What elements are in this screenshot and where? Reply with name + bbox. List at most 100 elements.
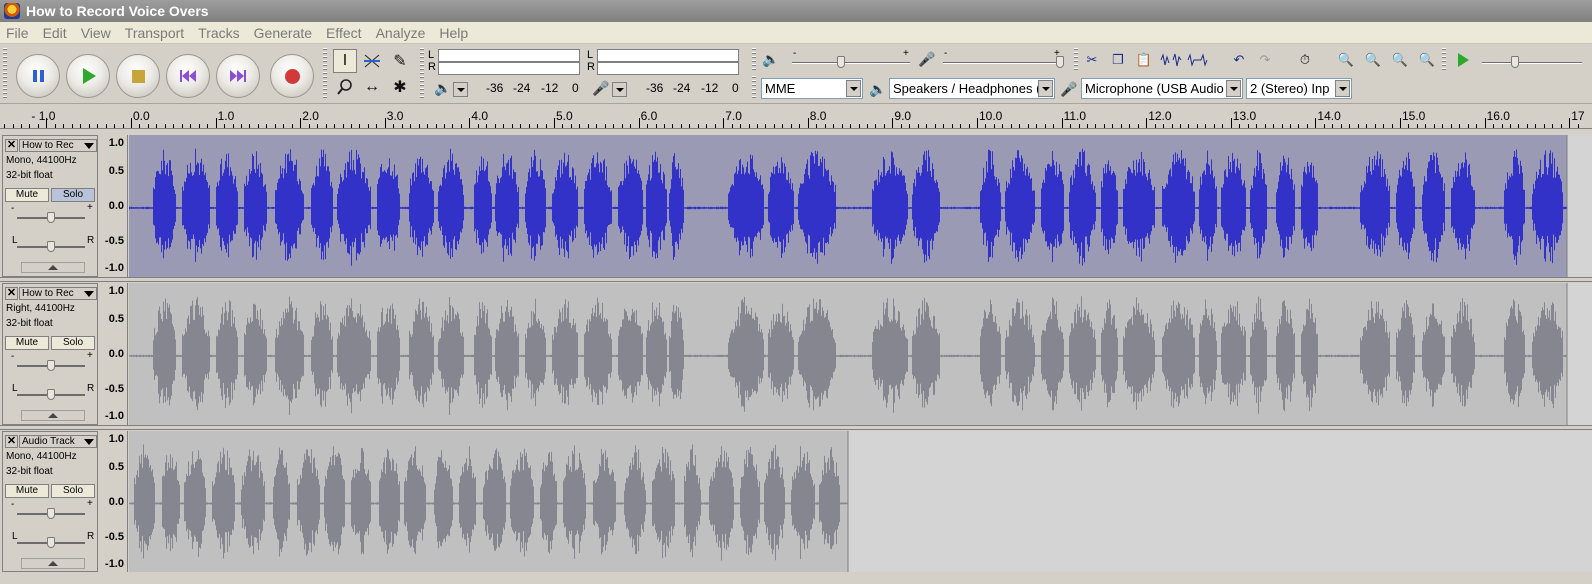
solo-button[interactable]: Solo xyxy=(51,484,95,498)
amplitude-ruler[interactable]: 1.0 0.5 0.0 -0.5 -1.0 xyxy=(99,283,128,425)
record-meter-left[interactable] xyxy=(597,49,739,62)
fit-selection-button[interactable]: 🔍 xyxy=(1389,50,1411,70)
menu-tracks[interactable]: Tracks xyxy=(192,25,247,41)
record-meter-menu[interactable] xyxy=(612,82,627,97)
track-separator[interactable] xyxy=(0,277,1592,282)
record-scale-12: -12 xyxy=(701,81,719,95)
input-volume-slider[interactable] xyxy=(1056,56,1064,68)
ruler-tick xyxy=(1383,124,1384,128)
silence-button[interactable] xyxy=(1187,50,1209,70)
play-at-speed-button[interactable] xyxy=(1452,50,1474,70)
audio-host-select[interactable]: MME xyxy=(761,78,863,99)
ruler-tick xyxy=(884,124,885,128)
meter-toolbar-grip[interactable] xyxy=(420,48,424,100)
transport-toolbar-grip[interactable] xyxy=(3,48,7,100)
waveform xyxy=(129,135,1592,277)
track-control-panel[interactable]: ✕ How to Rec Mono, 44100Hz 32-bit float … xyxy=(2,135,98,277)
record-button[interactable] xyxy=(270,54,314,98)
skip-to-end-button[interactable] xyxy=(216,54,260,98)
zoom-tool-button[interactable] xyxy=(333,75,357,99)
skip-to-start-button[interactable] xyxy=(166,54,210,98)
track-name-menu[interactable]: How to Rec xyxy=(19,287,97,300)
empty-track-region[interactable] xyxy=(848,431,1592,572)
gain-slider[interactable] xyxy=(47,508,55,519)
fit-project-button[interactable]: 🔍 xyxy=(1416,50,1438,70)
close-track-button[interactable]: ✕ xyxy=(5,287,18,300)
draw-tool-button[interactable]: ✎ xyxy=(388,49,412,73)
stop-button[interactable] xyxy=(116,54,160,98)
tools-toolbar-grip[interactable] xyxy=(323,48,327,100)
play-button[interactable] xyxy=(66,54,110,98)
menu-transport[interactable]: Transport xyxy=(119,25,192,41)
envelope-tool-button[interactable] xyxy=(360,49,384,73)
collapse-track-button[interactable] xyxy=(21,262,85,273)
mixer-toolbar-grip[interactable] xyxy=(752,48,756,72)
waveform-area[interactable] xyxy=(129,431,1592,572)
selection-tool-button[interactable]: I xyxy=(333,49,357,73)
cut-button[interactable]: ✂ xyxy=(1081,50,1103,70)
amplitude-ruler[interactable]: 1.0 0.5 0.0 -0.5 -1.0 xyxy=(99,135,128,277)
track-name-menu[interactable]: Audio Track xyxy=(19,435,97,448)
gain-slider[interactable] xyxy=(47,360,55,371)
track-name-menu[interactable]: How to Rec xyxy=(19,139,97,152)
undo-button[interactable]: ↶ xyxy=(1228,50,1250,70)
play-speed-slider[interactable] xyxy=(1511,56,1519,68)
redo-button[interactable]: ↷ xyxy=(1254,50,1276,70)
input-device-select[interactable]: Microphone (USB Audio D xyxy=(1081,78,1243,99)
waveform-area[interactable] xyxy=(129,135,1592,277)
menu-help[interactable]: Help xyxy=(433,25,476,41)
collapse-track-button[interactable] xyxy=(21,410,85,421)
device-toolbar-grip[interactable] xyxy=(752,76,756,100)
paste-button[interactable]: 📋 xyxy=(1133,50,1155,70)
mute-button[interactable]: Mute xyxy=(5,188,49,202)
waveform-area[interactable] xyxy=(129,283,1592,425)
track-control-panel[interactable]: ✕ Audio Track Mono, 44100Hz 32-bit float… xyxy=(2,431,98,572)
copy-button[interactable]: ❐ xyxy=(1107,50,1129,70)
empty-track-region[interactable] xyxy=(1567,135,1592,277)
record-meter-right[interactable] xyxy=(597,62,739,75)
mute-button[interactable]: Mute xyxy=(5,336,49,350)
sync-lock-button[interactable]: ⏱ xyxy=(1294,50,1316,70)
menu-effect[interactable]: Effect xyxy=(320,25,370,41)
playback-meter-left[interactable] xyxy=(438,49,580,62)
solo-button[interactable]: Solo xyxy=(51,336,95,350)
close-track-button[interactable]: ✕ xyxy=(5,435,18,448)
skip-to-end-icon xyxy=(230,70,246,82)
pause-button[interactable] xyxy=(16,54,60,98)
mute-button[interactable]: Mute xyxy=(5,484,49,498)
menu-edit[interactable]: Edit xyxy=(37,25,75,41)
menu-generate[interactable]: Generate xyxy=(248,25,320,41)
timeline-ruler[interactable]: - 1.0 0.0 1.0 2.0 3.0 4.0 5.0 6.0 7.0 8.0 9.0 10.0 1… xyxy=(0,105,1592,129)
zoom-in-button[interactable]: 🔍 xyxy=(1335,50,1357,70)
edit-toolbar-grip[interactable] xyxy=(1074,48,1078,72)
menu-file[interactable]: File xyxy=(0,25,37,41)
ruler-tick xyxy=(1468,124,1469,128)
empty-track-region[interactable] xyxy=(1567,283,1592,425)
menu-analyze[interactable]: Analyze xyxy=(370,25,434,41)
play-at-speed-grip[interactable] xyxy=(1442,48,1446,72)
pan-slider[interactable] xyxy=(47,241,55,252)
playback-meter-menu[interactable] xyxy=(453,82,468,97)
ruler-tick xyxy=(233,124,234,128)
ruler-tick xyxy=(156,124,157,128)
output-volume-slider[interactable] xyxy=(837,56,845,68)
trim-button[interactable] xyxy=(1160,50,1182,70)
playback-meter-right[interactable] xyxy=(438,62,580,75)
collapse-track-button[interactable] xyxy=(21,558,85,569)
close-track-button[interactable]: ✕ xyxy=(5,139,18,152)
solo-button[interactable]: Solo xyxy=(51,188,95,202)
gain-slider[interactable] xyxy=(47,212,55,223)
ruler-tick xyxy=(452,124,453,128)
audio-host-value: MME xyxy=(765,81,796,96)
input-channels-select[interactable]: 2 (Stereo) Inp xyxy=(1246,78,1352,99)
time-shift-tool-button[interactable]: ↔ xyxy=(360,75,384,99)
pan-slider[interactable] xyxy=(47,537,55,548)
pan-slider[interactable] xyxy=(47,389,55,400)
amplitude-ruler[interactable]: 1.0 0.5 0.0 -0.5 -1.0 xyxy=(99,431,128,572)
track-separator[interactable] xyxy=(0,425,1592,430)
track-control-panel[interactable]: ✕ How to Rec Right, 44100Hz 32-bit float… xyxy=(2,283,98,425)
output-device-select[interactable]: Speakers / Headphones ( xyxy=(889,78,1055,99)
zoom-out-button[interactable]: 🔍 xyxy=(1362,50,1384,70)
menu-view[interactable]: View xyxy=(75,25,119,41)
multi-tool-button[interactable]: ✱ xyxy=(388,75,412,99)
